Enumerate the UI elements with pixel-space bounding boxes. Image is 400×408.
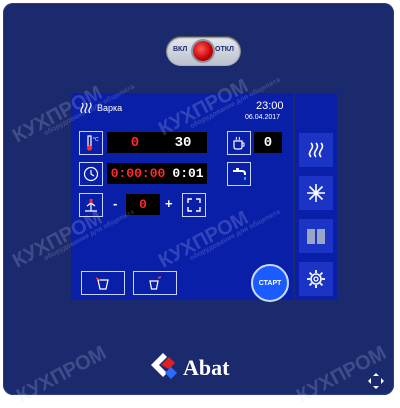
svg-text:°C: °C bbox=[93, 137, 99, 143]
target-temperature[interactable]: 30 bbox=[159, 132, 207, 153]
wash-button[interactable] bbox=[81, 271, 125, 295]
power-on-label: ВКЛ bbox=[173, 46, 188, 53]
fan-button[interactable] bbox=[79, 193, 103, 217]
temperature-button[interactable]: °C bbox=[79, 131, 103, 155]
current-temperature: 0 bbox=[107, 132, 163, 153]
humidity-value[interactable]: 0 bbox=[254, 132, 282, 153]
fan-value: 0 bbox=[126, 194, 160, 215]
mode-label: Варка bbox=[97, 103, 123, 113]
water-button[interactable] bbox=[227, 162, 251, 186]
fan-plus-button[interactable]: + bbox=[165, 196, 173, 211]
humidity-button[interactable] bbox=[227, 131, 251, 155]
cup-icon bbox=[233, 136, 245, 150]
fullscreen-button[interactable] bbox=[182, 193, 206, 217]
faucet-icon bbox=[233, 168, 246, 180]
snowflake-icon bbox=[307, 184, 325, 202]
steam-icon bbox=[80, 102, 92, 114]
power-off-label: ОТКЛ bbox=[215, 46, 234, 53]
fullscreen-corner-icon[interactable] bbox=[367, 372, 385, 390]
clock-time: 23:00 bbox=[256, 100, 284, 112]
bucket-icon bbox=[95, 277, 109, 290]
recipe-book-button[interactable] bbox=[299, 219, 333, 253]
power-switch[interactable]: ВКЛ ОТКЛ bbox=[166, 36, 241, 66]
touch-screen: Варка 23:00 06.04.2017 °C 0 30 0 0:00:00… bbox=[71, 93, 293, 302]
power-knob[interactable] bbox=[193, 41, 213, 61]
book-icon bbox=[307, 229, 325, 244]
fan-minus-button[interactable]: - bbox=[113, 196, 117, 211]
elapsed-time: 0:00:00 bbox=[107, 163, 169, 184]
abat-logo-icon bbox=[151, 353, 177, 379]
steam-mode-button[interactable] bbox=[299, 133, 333, 167]
start-button[interactable]: СТАРТ bbox=[251, 264, 289, 302]
mode-sidebar bbox=[295, 93, 337, 300]
steam-mode-icon bbox=[308, 142, 324, 158]
pour-icon bbox=[149, 276, 162, 290]
set-time[interactable]: 0:01 bbox=[169, 163, 207, 184]
rinse-button[interactable] bbox=[133, 271, 177, 295]
fan-icon bbox=[85, 199, 97, 212]
settings-button[interactable] bbox=[299, 262, 333, 296]
clock-date: 06.04.2017 bbox=[245, 114, 281, 121]
clock-icon bbox=[83, 166, 99, 182]
expand-icon bbox=[187, 198, 201, 212]
control-panel: ВКЛ ОТКЛ Варка 23:00 06.04.2017 °C 0 30 bbox=[3, 3, 394, 407]
convection-mode-button[interactable] bbox=[299, 176, 333, 210]
watermark-5: КУХПРОМ bbox=[13, 341, 110, 408]
thermometer-icon: °C bbox=[86, 135, 99, 151]
gear-icon bbox=[307, 270, 325, 288]
start-label: СТАРТ bbox=[258, 279, 282, 287]
timer-button[interactable] bbox=[79, 162, 103, 186]
brand-name: Abat bbox=[183, 355, 230, 380]
